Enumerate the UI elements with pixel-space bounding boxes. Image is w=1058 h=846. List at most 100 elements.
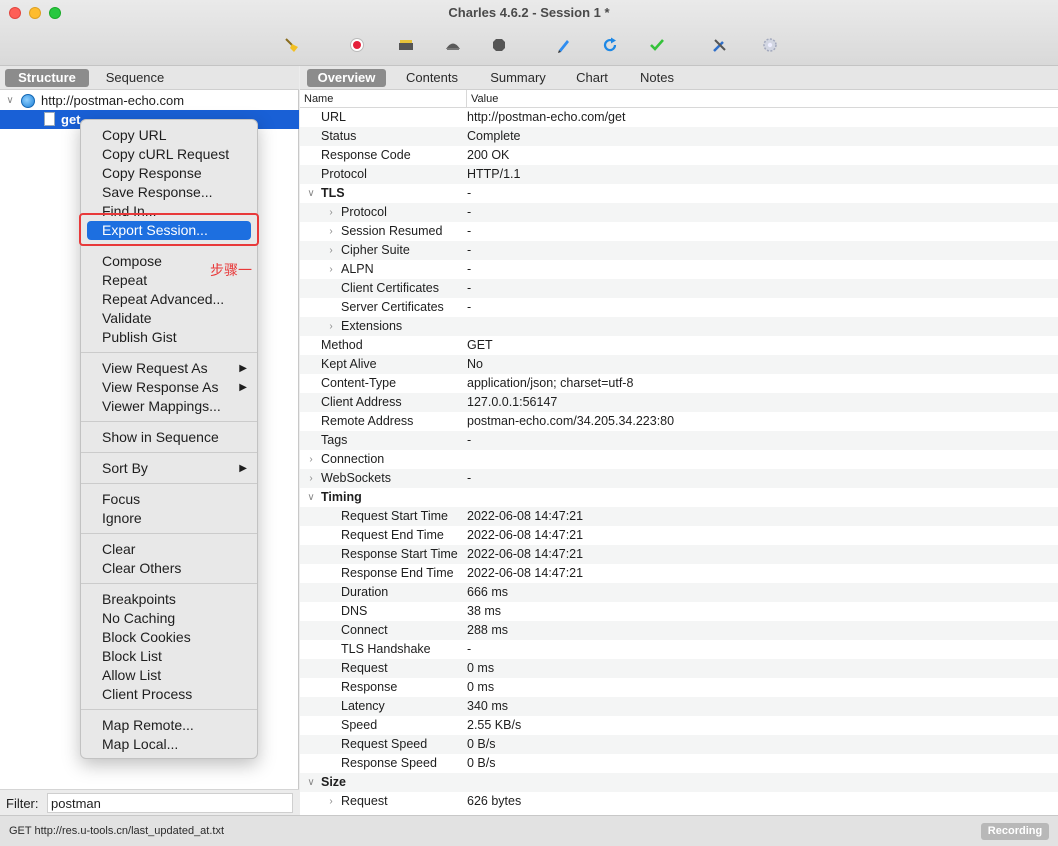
chevron-down-icon[interactable]: ∨ bbox=[5, 91, 15, 110]
menu-item-block-cookies[interactable]: Block Cookies bbox=[87, 628, 251, 647]
tab-summary[interactable]: Summary bbox=[482, 69, 554, 87]
tab-chart[interactable]: Chart bbox=[566, 69, 618, 87]
table-row[interactable]: Client Address 127.0.0.1:56147 bbox=[300, 393, 1058, 412]
column-header-value[interactable]: Value bbox=[471, 90, 498, 108]
chevron-down-icon[interactable]: ∨ bbox=[306, 184, 316, 203]
row-value: 200 OK bbox=[467, 148, 510, 162]
menu-item-view-response-as[interactable]: View Response As ▶ bbox=[87, 378, 251, 397]
table-row[interactable]: › Cipher Suite - bbox=[300, 241, 1058, 260]
tab-sequence[interactable]: Sequence bbox=[95, 69, 175, 87]
table-row[interactable]: Server Certificates - bbox=[300, 298, 1058, 317]
recording-button[interactable]: Recording bbox=[981, 823, 1049, 840]
table-row[interactable]: Content-Type application/json; charset=ut… bbox=[300, 374, 1058, 393]
menu-item-breakpoints[interactable]: Breakpoints bbox=[87, 590, 251, 609]
menu-item-block-list[interactable]: Block List bbox=[87, 647, 251, 666]
chevron-down-icon[interactable]: ∨ bbox=[306, 773, 316, 792]
table-row[interactable]: › Protocol - bbox=[300, 203, 1058, 222]
chevron-down-icon[interactable]: ∨ bbox=[306, 488, 316, 507]
menu-item-publish-gist[interactable]: Publish Gist bbox=[87, 328, 251, 347]
menu-item-no-caching[interactable]: No Caching bbox=[87, 609, 251, 628]
table-row[interactable]: Request Start Time 2022-06-08 14:47:21 bbox=[300, 507, 1058, 526]
tree-host-row[interactable]: ∨ http://postman-echo.com bbox=[0, 91, 299, 110]
repeat-icon[interactable] bbox=[598, 33, 622, 57]
throttle-icon[interactable] bbox=[394, 33, 418, 57]
filter-input[interactable] bbox=[47, 793, 293, 813]
menu-item-show-in-sequence[interactable]: Show in Sequence bbox=[87, 428, 251, 447]
menu-item-map-remote[interactable]: Map Remote... bbox=[87, 716, 251, 735]
menu-item-map-local[interactable]: Map Local... bbox=[87, 735, 251, 754]
validate-check-icon[interactable] bbox=[645, 33, 669, 57]
row-value: http://postman-echo.com/get bbox=[467, 110, 626, 124]
menu-item-allow-list[interactable]: Allow List bbox=[87, 666, 251, 685]
table-row[interactable]: Duration 666 ms bbox=[300, 583, 1058, 602]
compose-pen-icon[interactable] bbox=[552, 33, 576, 57]
status-text: GET http://res.u-tools.cn/last_updated_a… bbox=[9, 825, 225, 837]
menu-item-sort-by[interactable]: Sort By ▶ bbox=[87, 459, 251, 478]
tab-overview[interactable]: Overview bbox=[307, 69, 386, 87]
menu-item-copy-response[interactable]: Copy Response bbox=[87, 164, 251, 183]
chevron-right-icon[interactable]: › bbox=[326, 241, 336, 260]
turtle-icon[interactable] bbox=[441, 33, 465, 57]
menu-item-copy-curl-request[interactable]: Copy cURL Request bbox=[87, 145, 251, 164]
table-row[interactable]: DNS 38 ms bbox=[300, 602, 1058, 621]
table-row[interactable]: ∨ Timing bbox=[300, 488, 1058, 507]
tab-structure[interactable]: Structure bbox=[5, 69, 89, 87]
table-row[interactable]: Latency 340 ms bbox=[300, 697, 1058, 716]
table-row[interactable]: Response End Time 2022-06-08 14:47:21 bbox=[300, 564, 1058, 583]
menu-item-view-request-as[interactable]: View Request As ▶ bbox=[87, 359, 251, 378]
table-row[interactable]: Remote Address postman-echo.com/34.205.34… bbox=[300, 412, 1058, 431]
table-row[interactable]: Response Speed 0 B/s bbox=[300, 754, 1058, 773]
chevron-right-icon[interactable]: › bbox=[306, 450, 316, 469]
menu-item-viewer-mappings[interactable]: Viewer Mappings... bbox=[87, 397, 251, 416]
menu-item-focus[interactable]: Focus bbox=[87, 490, 251, 509]
table-row[interactable]: › WebSockets - bbox=[300, 469, 1058, 488]
table-row[interactable]: › Extensions bbox=[300, 317, 1058, 336]
tab-notes[interactable]: Notes bbox=[630, 69, 684, 87]
table-row[interactable]: TLS Handshake - bbox=[300, 640, 1058, 659]
table-row[interactable]: › Connection bbox=[300, 450, 1058, 469]
column-divider[interactable] bbox=[466, 90, 467, 108]
table-row[interactable]: Request 0 ms bbox=[300, 659, 1058, 678]
menu-item-copy-url[interactable]: Copy URL bbox=[87, 126, 251, 145]
chevron-right-icon[interactable]: › bbox=[326, 260, 336, 279]
table-row[interactable]: Kept Alive No bbox=[300, 355, 1058, 374]
chevron-right-icon[interactable]: › bbox=[306, 469, 316, 488]
table-row[interactable]: Response Code 200 OK bbox=[300, 146, 1058, 165]
table-row[interactable]: Client Certificates - bbox=[300, 279, 1058, 298]
table-row[interactable]: Protocol HTTP/1.1 bbox=[300, 165, 1058, 184]
chevron-right-icon[interactable]: › bbox=[326, 203, 336, 222]
table-row[interactable]: Connect 288 ms bbox=[300, 621, 1058, 640]
record-icon[interactable] bbox=[345, 33, 369, 57]
table-row[interactable]: › Request 626 bytes bbox=[300, 792, 1058, 811]
tab-contents[interactable]: Contents bbox=[396, 69, 468, 87]
menu-item-client-process[interactable]: Client Process bbox=[87, 685, 251, 704]
table-row[interactable]: › ALPN - bbox=[300, 260, 1058, 279]
table-row[interactable]: Request Speed 0 B/s bbox=[300, 735, 1058, 754]
chevron-right-icon[interactable]: › bbox=[326, 317, 336, 336]
table-row[interactable]: ∨ Size bbox=[300, 773, 1058, 792]
broom-icon[interactable] bbox=[280, 33, 304, 57]
table-row[interactable]: Method GET bbox=[300, 336, 1058, 355]
table-row[interactable]: Status Complete bbox=[300, 127, 1058, 146]
table-row[interactable]: URL http://postman-echo.com/get bbox=[300, 108, 1058, 127]
menu-item-validate[interactable]: Validate bbox=[87, 309, 251, 328]
menu-item-save-response[interactable]: Save Response... bbox=[87, 183, 251, 202]
menu-item-ignore[interactable]: Ignore bbox=[87, 509, 251, 528]
tools-icon[interactable] bbox=[708, 33, 732, 57]
table-row[interactable]: Speed 2.55 KB/s bbox=[300, 716, 1058, 735]
settings-gear-icon[interactable] bbox=[758, 33, 782, 57]
menu-item-clear[interactable]: Clear bbox=[87, 540, 251, 559]
stop-icon[interactable] bbox=[487, 33, 511, 57]
table-row[interactable]: Request End Time 2022-06-08 14:47:21 bbox=[300, 526, 1058, 545]
column-header-name[interactable]: Name bbox=[304, 90, 333, 108]
row-name: Request bbox=[341, 661, 388, 675]
table-row[interactable]: Tags - bbox=[300, 431, 1058, 450]
table-row[interactable]: › Session Resumed - bbox=[300, 222, 1058, 241]
table-row[interactable]: ∨ TLS - bbox=[300, 184, 1058, 203]
table-row[interactable]: Response Start Time 2022-06-08 14:47:21 bbox=[300, 545, 1058, 564]
menu-item-repeat-advanced[interactable]: Repeat Advanced... bbox=[87, 290, 251, 309]
menu-item-clear-others[interactable]: Clear Others bbox=[87, 559, 251, 578]
chevron-right-icon[interactable]: › bbox=[326, 792, 336, 811]
chevron-right-icon[interactable]: › bbox=[326, 222, 336, 241]
table-row[interactable]: Response 0 ms bbox=[300, 678, 1058, 697]
